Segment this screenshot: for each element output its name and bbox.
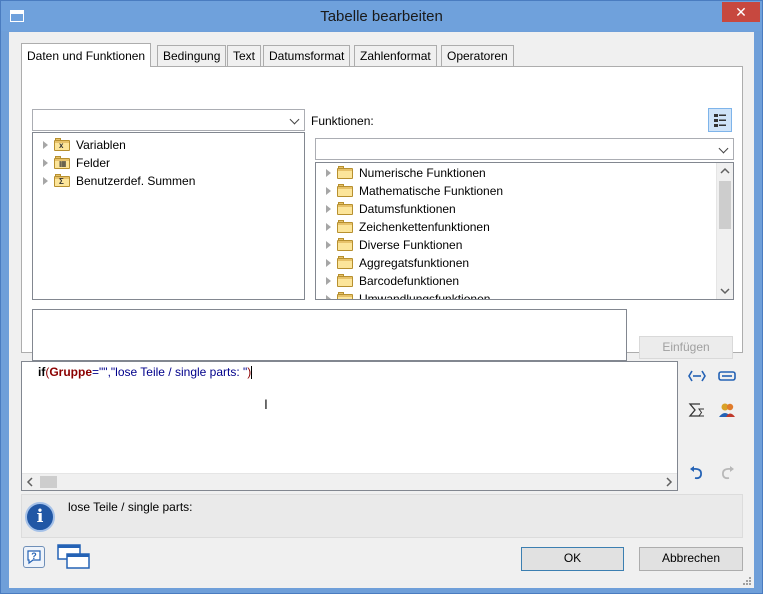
folder-icon	[337, 274, 353, 287]
expand-arrow-icon[interactable]	[326, 259, 331, 267]
functions-scrollbar[interactable]	[716, 163, 733, 299]
expand-arrow-icon[interactable]	[326, 205, 331, 213]
code-field: Gruppe	[49, 365, 93, 379]
expand-arrow-icon[interactable]	[326, 277, 331, 285]
scrollbar-thumb[interactable]	[719, 181, 731, 229]
tree-item-label: Datumsfunktionen	[359, 202, 456, 216]
info-bar: i lose Teile / single parts:	[21, 494, 743, 538]
expand-arrow-icon[interactable]	[43, 159, 48, 167]
tab-text[interactable]: Text	[227, 45, 262, 66]
fields-folder-icon: ▦	[54, 156, 70, 169]
window-layout-button[interactable]	[57, 543, 91, 571]
tab-panel: x Variablen ▦ Felder Σ Benutzerdef. Summ…	[21, 66, 743, 361]
tree-item-label: Barcodefunktionen	[359, 274, 460, 288]
tree-item-datum[interactable]: Datumsfunktionen	[326, 200, 456, 218]
result-preview: lose Teile / single parts:	[68, 500, 193, 514]
data-tree[interactable]: x Variablen ▦ Felder Σ Benutzerdef. Summ…	[32, 132, 305, 300]
tree-item-barcode[interactable]: Barcodefunktionen	[326, 272, 459, 290]
expand-arrow-icon[interactable]	[326, 187, 331, 195]
function-description	[32, 309, 627, 361]
help-icon: ?	[27, 550, 41, 565]
tab-daten-und-funktionen[interactable]: Daten und Funktionen	[21, 43, 152, 67]
tree-item-label: Mathematische Funktionen	[359, 184, 504, 198]
folder-icon	[337, 256, 353, 269]
ibeam-cursor-icon: I	[264, 396, 268, 412]
expand-arrow-icon[interactable]	[326, 223, 331, 231]
editor-hscrollbar[interactable]	[22, 473, 677, 490]
close-button[interactable]: ✕	[722, 2, 760, 22]
expand-arrow-icon[interactable]	[326, 241, 331, 249]
tree-item-label: Variablen	[76, 138, 126, 152]
variables-folder-icon: x	[54, 138, 70, 151]
text-caret	[251, 366, 253, 380]
svg-text:?: ?	[31, 551, 37, 561]
tree-item-summen[interactable]: Σ Benutzerdef. Summen	[43, 172, 195, 190]
tab-datumsformat[interactable]: Datumsformat	[263, 45, 351, 66]
functions-tree[interactable]: Numerische Funktionen Mathematische Funk…	[315, 162, 734, 300]
tree-item-felder[interactable]: ▦ Felder	[43, 154, 110, 172]
dialog-client: Daten und Funktionen Bedingung Text Datu…	[9, 32, 754, 588]
bracket-icon[interactable]	[687, 367, 707, 385]
insert-button[interactable]: Einfügen	[639, 336, 733, 359]
resize-grip-icon[interactable]	[740, 574, 752, 586]
cancel-button[interactable]: Abbrechen	[639, 547, 743, 571]
folder-icon	[337, 202, 353, 215]
code-string: "lose Teile / single parts: "	[110, 365, 248, 379]
tree-item-label: Diverse Funktionen	[359, 238, 463, 252]
tree-item-label: Umwandlungsfunktionen	[359, 292, 491, 300]
tree-item-umwandlung[interactable]: Umwandlungsfunktionen	[326, 290, 491, 300]
code-operator: =	[92, 365, 100, 379]
hscroll-thumb[interactable]	[40, 476, 57, 488]
folder-icon	[337, 220, 353, 233]
ok-button[interactable]: OK	[521, 547, 624, 571]
wrap-icon[interactable]	[717, 367, 737, 385]
tree-item-label: Numerische Funktionen	[359, 166, 486, 180]
folder-icon	[337, 238, 353, 251]
tree-item-aggregat[interactable]: Aggregatsfunktionen	[326, 254, 469, 272]
expand-arrow-icon[interactable]	[43, 177, 48, 185]
folder-icon	[337, 166, 353, 179]
redo-icon[interactable]	[717, 464, 737, 482]
undo-icon[interactable]	[687, 464, 707, 482]
tree-item-numerische[interactable]: Numerische Funktionen	[326, 164, 486, 182]
tab-zahlenformat[interactable]: Zahlenformat	[354, 45, 437, 66]
expand-arrow-icon[interactable]	[43, 141, 48, 149]
info-icon: i	[25, 502, 55, 532]
tab-bedingung[interactable]: Bedingung	[157, 45, 227, 66]
tree-item-label: Benutzerdef. Summen	[76, 174, 196, 188]
windows-icon	[57, 544, 90, 569]
folder-icon	[337, 292, 353, 299]
chevron-down-icon	[290, 114, 300, 124]
tree-item-variablen[interactable]: x Variablen	[43, 136, 126, 154]
formula-editor[interactable]: if(Gruppe="","lose Teile / single parts:…	[21, 361, 678, 491]
window-title: Tabelle bearbeiten	[320, 8, 443, 25]
folder-icon	[337, 184, 353, 197]
expand-arrow-icon[interactable]	[326, 169, 331, 177]
help-button[interactable]: ?	[23, 546, 45, 568]
chevron-down-icon	[719, 143, 729, 153]
tree-item-label: Zeichenkettenfunktionen	[359, 220, 490, 234]
tree-item-zeichenketten[interactable]: Zeichenkettenfunktionen	[326, 218, 490, 236]
tree-item-diverse[interactable]: Diverse Funktionen	[326, 236, 462, 254]
users-icon[interactable]	[717, 401, 737, 419]
tab-operatoren[interactable]: Operatoren	[441, 45, 514, 66]
tree-item-mathematische[interactable]: Mathematische Funktionen	[326, 182, 503, 200]
view-toggle-button[interactable]	[708, 108, 732, 132]
code-string: ""	[99, 365, 108, 379]
formula-text[interactable]: if(Gruppe="","lose Teile / single parts:…	[38, 365, 253, 380]
hscroll-arrows-icon	[26, 477, 673, 487]
tree-item-label: Aggregatsfunktionen	[359, 256, 470, 270]
sums-folder-icon: Σ	[54, 174, 70, 187]
data-source-combo[interactable]	[32, 109, 305, 131]
tree-item-label: Felder	[76, 156, 111, 170]
functions-label: Funktionen:	[311, 114, 374, 128]
functions-filter-combo[interactable]	[315, 138, 734, 160]
title-bar[interactable]: Tabelle bearbeiten ✕	[1, 1, 762, 31]
dialog-window: Tabelle bearbeiten ✕ Daten und Funktione…	[0, 0, 763, 594]
expand-arrow-icon[interactable]	[326, 295, 331, 299]
sum-icon[interactable]	[687, 401, 707, 419]
list-view-icon	[714, 114, 726, 127]
